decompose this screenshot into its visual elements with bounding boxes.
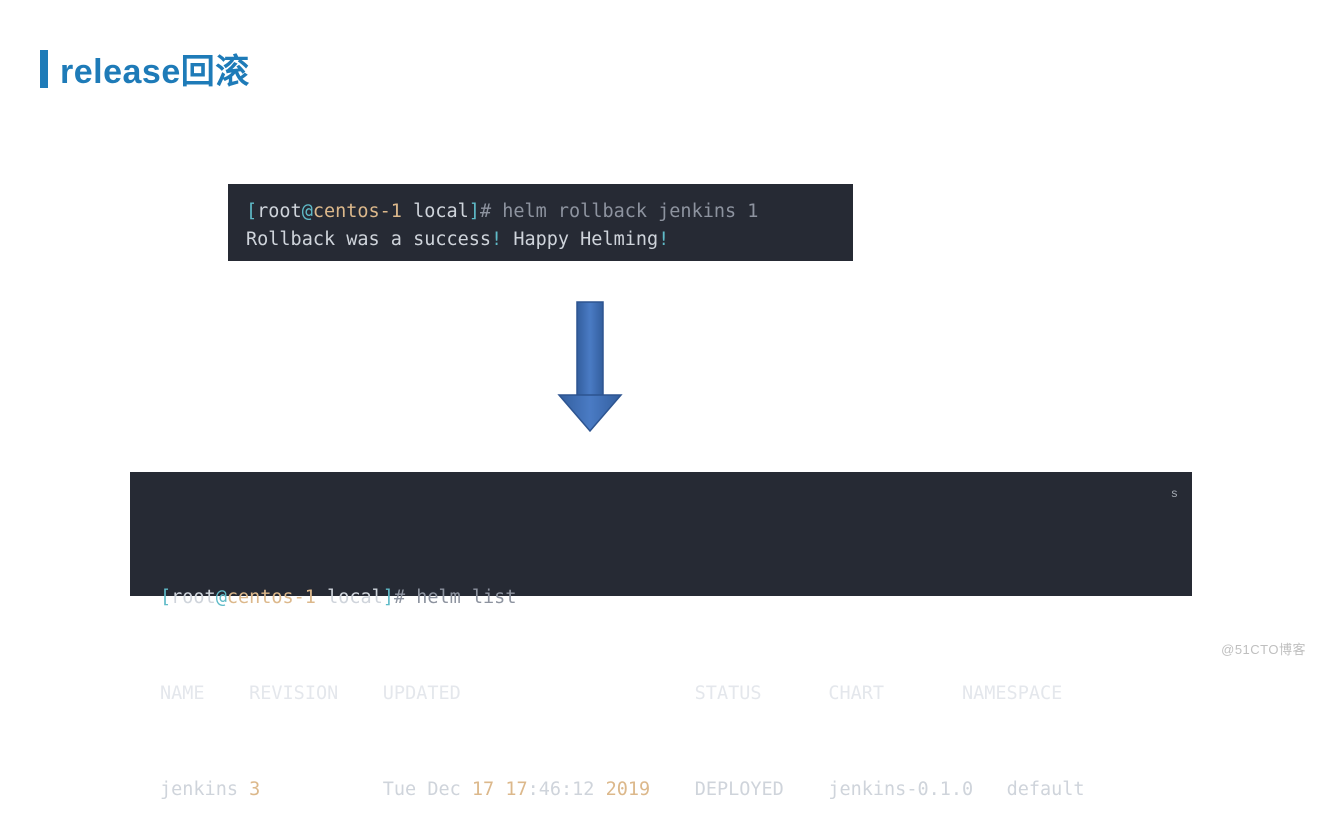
cell-updated-pre: Tue Dec bbox=[383, 779, 472, 800]
down-arrow-icon bbox=[470, 299, 710, 439]
prompt-user: root bbox=[257, 201, 302, 222]
terminal-rollback: [root@centos-1 local]# helm rollback jen… bbox=[228, 184, 853, 261]
col-name: NAME bbox=[160, 683, 205, 704]
cell-revision: 3 bbox=[249, 779, 260, 800]
terminal-helm-list: s [root@centos-1 local]# helm list NAME … bbox=[130, 472, 1192, 596]
command-text: helm list bbox=[416, 587, 516, 608]
cell-updated-hour: 17 bbox=[505, 779, 527, 800]
terminal-line-command: [root@centos-1 local]# helm list bbox=[160, 582, 1176, 614]
watermark: @51CTO博客 bbox=[1221, 639, 1306, 658]
prompt-path: local bbox=[413, 201, 469, 222]
command-text: helm rollback jenkins 1 bbox=[502, 201, 758, 222]
bang-icon: ! bbox=[491, 229, 502, 250]
prompt-user: root bbox=[171, 587, 216, 608]
col-updated: UPDATED bbox=[383, 683, 461, 704]
prompt-hash: # bbox=[394, 587, 416, 608]
output-pre: Rollback was a success bbox=[246, 229, 491, 250]
col-status: STATUS bbox=[695, 683, 762, 704]
cell-status: DEPLOYED bbox=[695, 779, 784, 800]
prompt-hash: # bbox=[480, 201, 502, 222]
prompt-open: [ bbox=[160, 587, 171, 608]
prompt-path: local bbox=[327, 587, 383, 608]
cell-chart: jenkins-0.1.0 bbox=[828, 779, 973, 800]
bang-icon: ! bbox=[658, 229, 669, 250]
prompt-at: @ bbox=[302, 201, 313, 222]
heading-text: release回滚 bbox=[60, 44, 250, 93]
corner-char: s bbox=[1171, 478, 1178, 510]
terminal-line-output: Rollback was a success! Happy Helming! bbox=[246, 226, 835, 254]
col-chart: CHART bbox=[828, 683, 884, 704]
cell-updated-ms: :46:12 bbox=[528, 779, 606, 800]
output-mid: Happy Helming bbox=[502, 229, 658, 250]
prompt-close: ] bbox=[469, 201, 480, 222]
cell-updated-day: 17 bbox=[472, 779, 494, 800]
prompt-host: centos-1 bbox=[313, 201, 402, 222]
cell-namespace: default bbox=[1007, 779, 1085, 800]
terminal-line-command: [root@centos-1 local]# helm rollback jen… bbox=[246, 198, 835, 226]
prompt-at: @ bbox=[216, 587, 227, 608]
col-namespace: NAMESPACE bbox=[962, 683, 1062, 704]
prompt-open: [ bbox=[246, 201, 257, 222]
prompt-close: ] bbox=[383, 587, 394, 608]
prompt-host: centos-1 bbox=[227, 587, 316, 608]
prompt-space bbox=[316, 587, 327, 608]
heading-bar-icon bbox=[40, 50, 48, 88]
cell-updated-year: 2019 bbox=[606, 779, 651, 800]
slide-heading: release回滚 bbox=[40, 44, 250, 93]
col-revision: REVISION bbox=[249, 683, 338, 704]
table-header-row: NAME REVISION UPDATED STATUS CHART NAMES… bbox=[160, 678, 1176, 710]
table-row: jenkins 3 Tue Dec 17 17:46:12 2019 DEPLO… bbox=[160, 774, 1176, 806]
prompt-space bbox=[402, 201, 413, 222]
cell-name: jenkins bbox=[160, 779, 238, 800]
